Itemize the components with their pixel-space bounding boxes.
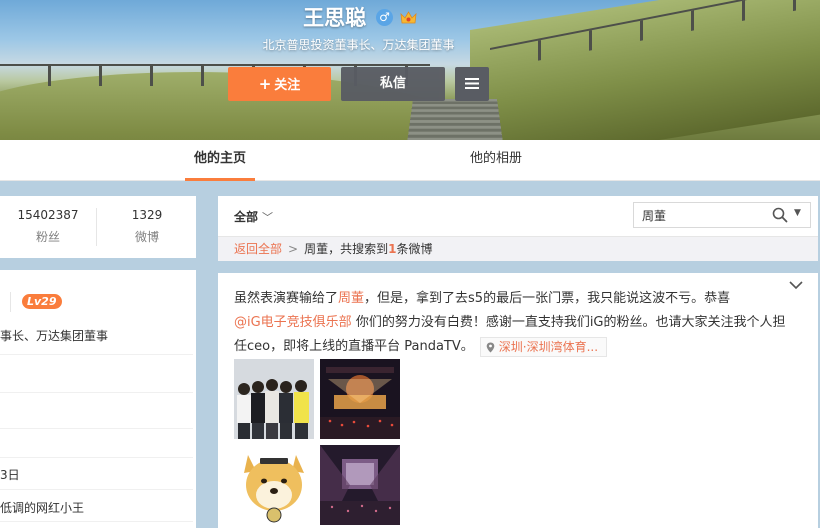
- stage-image: [320, 359, 400, 439]
- profile-cover: 王思聪 ♂ 北京普思投资董事长、万达集团董事 + 关注 私信: [0, 0, 820, 140]
- info-divider: [0, 457, 193, 458]
- profile-tabbar: 他的主页 他的相册: [0, 140, 820, 181]
- group-photo-image: [234, 359, 314, 439]
- info-divider: [0, 489, 193, 490]
- level-badge[interactable]: Lv29: [22, 294, 62, 309]
- stats-card: 15402387 粉丝 1329 微博: [0, 196, 196, 258]
- result-prefix: 周董，共搜索到: [304, 242, 389, 256]
- chevron-right-icon: >: [288, 242, 299, 256]
- post-text-part: ，但是，拿到了去s5的最后一张门票，我只能说这波不亏。恭喜: [364, 291, 731, 306]
- location-tag[interactable]: 深圳·深圳湾体育...: [479, 336, 608, 357]
- vip-crown-icon[interactable]: [400, 10, 417, 25]
- info-divider: [0, 521, 193, 522]
- mention-link[interactable]: @iG电子竞技俱乐部: [234, 315, 352, 330]
- tab-home[interactable]: 他的主页: [185, 140, 255, 181]
- plus-icon: +: [258, 75, 272, 93]
- follow-button[interactable]: + 关注: [228, 67, 331, 101]
- location-pin-icon: [486, 342, 495, 352]
- fans-stat[interactable]: 15402387 粉丝: [0, 208, 97, 246]
- post-image-group-photo[interactable]: [234, 359, 314, 439]
- level-divider: [10, 292, 11, 312]
- info-line-job: 事长、万达集团董事: [0, 329, 109, 343]
- post-image-stage[interactable]: [320, 359, 400, 439]
- profile-description: 北京普思投资董事长、万达集团董事: [262, 38, 455, 52]
- posts-count: 1329: [131, 208, 163, 222]
- posts-label: 微博: [134, 230, 159, 244]
- info-divider: [0, 428, 193, 429]
- search-box: ▼: [633, 202, 811, 228]
- post-text: 虽然表演赛输给了周董，但是，拿到了去s5的最后一张门票，我只能说这波不亏。恭喜 @…: [234, 287, 794, 359]
- search-result-bar: 返回全部 > 周董，共搜索到1条微博: [218, 236, 818, 261]
- info-line-date: 3日: [0, 468, 20, 482]
- more-menu-button[interactable]: [455, 67, 489, 101]
- info-divider: [0, 392, 193, 393]
- post-image-arena[interactable]: [320, 445, 400, 525]
- search-icon[interactable]: [772, 207, 788, 223]
- profile-header: 王思聪 ♂: [0, 2, 720, 32]
- fans-count: 15402387: [17, 208, 79, 222]
- search-dropdown-icon[interactable]: ▼: [794, 208, 801, 218]
- posts-stat[interactable]: 1329 微博: [98, 208, 196, 245]
- follow-label: 关注: [274, 78, 301, 93]
- profile-name: 王思聪: [303, 6, 367, 30]
- info-line-intro: 低调的网红小王: [0, 501, 85, 515]
- post-image-doge[interactable]: [234, 445, 314, 525]
- doge-image: [234, 445, 314, 525]
- info-divider: [0, 354, 193, 355]
- chevron-down-icon: ﹀: [262, 211, 274, 224]
- male-icon: ♂: [376, 8, 393, 26]
- location-label: 深圳·深圳湾体育...: [498, 339, 599, 354]
- post-text-part: 虽然表演赛输给了: [234, 291, 339, 306]
- level-row: Lv29: [0, 290, 196, 312]
- menu-icon: [465, 78, 479, 89]
- back-to-all-link[interactable]: 返回全部: [234, 242, 282, 256]
- fans-label: 粉丝: [35, 230, 60, 244]
- message-button[interactable]: 私信: [341, 67, 445, 101]
- arena-image: [320, 445, 400, 525]
- search-input[interactable]: [634, 203, 768, 227]
- post-search-card: 全部﹀ ▼ 返回全部>周董，共搜索到1条微博: [218, 196, 818, 261]
- search-highlight: 周董: [338, 291, 365, 306]
- weibo-post: 虽然表演赛输给了周董，但是，拿到了去s5的最后一张门票，我只能说这波不亏。恭喜 @…: [218, 273, 818, 528]
- tab-album[interactable]: 他的相册: [460, 140, 532, 181]
- filter-label: 全部: [234, 210, 259, 224]
- cover-stairs: [406, 99, 504, 140]
- filter-dropdown[interactable]: 全部 ﹀: [234, 208, 273, 225]
- profile-info-card: Lv29 事长、万达集团董事 3日 低调的网红小王: [0, 270, 196, 528]
- result-suffix: 条微博: [396, 242, 433, 256]
